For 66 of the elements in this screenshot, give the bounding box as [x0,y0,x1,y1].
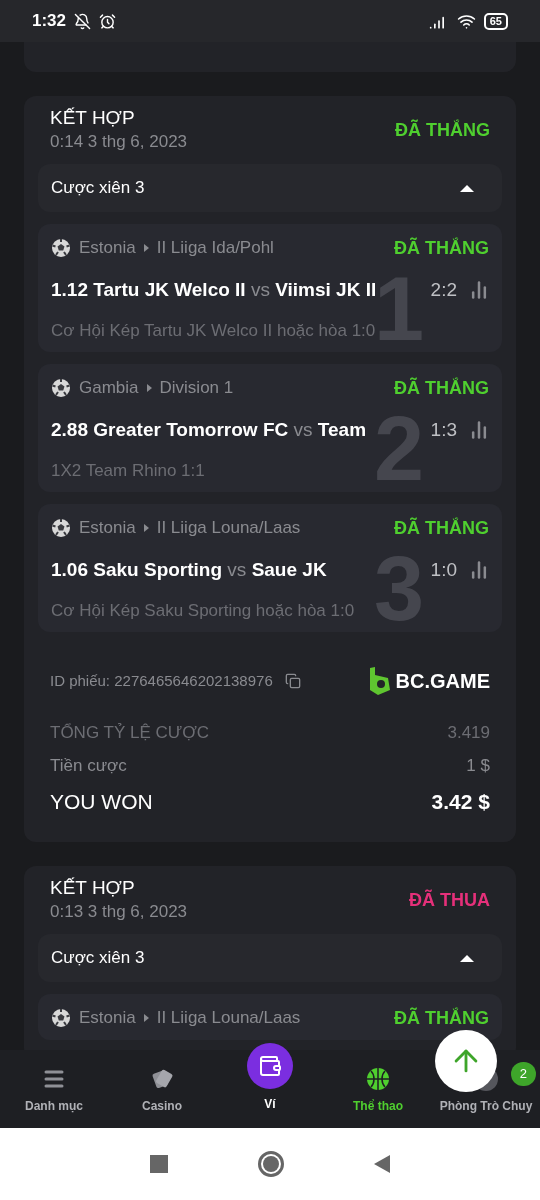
match-score: 1:0 [430,557,457,582]
chevron-icon [143,244,149,252]
leg-result: ĐÃ THẮNG [394,1006,489,1030]
cards-icon [150,1067,174,1091]
parlay-toggle[interactable]: Cược xiên 3 [38,164,502,212]
nav-tab[interactable]: Thể thao [353,1097,403,1115]
leg-result: ĐÃ THẮNG [394,516,489,540]
league-name: Division 1 [159,377,234,400]
league-name: II Liiga Ida/Pohl [156,237,274,260]
summary-value: 3.42 $ [431,789,490,816]
market-text: Cơ Hội Kép Saku Sporting hoặc hòa 1:0 [51,601,355,620]
chevron-icon [146,384,152,392]
nav-tab[interactable]: Phòng Trò Chuy [439,1097,533,1115]
basketball-icon [366,1067,390,1091]
battery-icon: 65 [483,12,508,30]
collapse-icon [460,184,474,192]
brand-logo: BC.GAME [367,666,490,696]
collapse-icon [460,954,474,962]
summary-label: TỔNG TỶ LỆ CƯỢC [50,721,210,744]
market-text: Cơ Hội Kép Tartu JK Welco II hoặc hòa 1:0 [51,321,376,340]
bet-date: 0:14 3 thg 6, 2023 [50,131,188,153]
home-icon[interactable] [258,1151,284,1177]
leg-result: ĐÃ THẮNG [394,376,489,400]
nav-tab[interactable]: Ví [264,1095,276,1113]
stats-icon[interactable] [469,420,489,440]
nav-tab[interactable]: Casino [142,1097,182,1115]
match-title: 2.88 Greater Tomorrow FC vs Team [51,417,367,442]
chevron-icon [143,524,149,532]
bet-result: ĐÃ THẮNG [395,118,490,142]
football-icon [51,238,71,258]
match-title: 1.06 Saku Sporting vs Saue JK [51,557,327,582]
stats-icon[interactable] [469,280,489,300]
parlay-toggle[interactable]: Cược xiên 3 [38,934,502,982]
leg-result: ĐÃ THẮNG [394,236,489,260]
match-score: 1:3 [430,417,457,442]
badge-count: 2 [510,1062,536,1086]
chevron-icon [143,1014,149,1022]
match-score: 2:2 [430,277,457,302]
league-country: Estonia [79,237,136,260]
match-title: 1.12 Tartu JK Welco II vs Viimsi JK II [51,277,377,302]
league-country: Estonia [79,1007,136,1030]
summary-value: 3.419 [447,721,490,744]
summary-label: YOU WON [50,789,153,816]
league-country: Gambia [79,377,139,400]
bet-result: ĐÃ THUA [409,888,490,912]
summary-value: 1 $ [466,754,490,777]
football-icon [51,378,71,398]
stats-icon[interactable] [469,560,489,580]
bet-date: 0:13 3 thg 6, 2023 [50,901,188,923]
clock: 1:32 [32,10,67,33]
market-text: 1X2 Team Rhino 1:1 [51,461,205,480]
bet-type: KẾT HỢP [50,106,136,130]
football-icon [51,518,71,538]
wallet-icon [247,1043,293,1089]
nav-tab[interactable]: Danh mục [25,1097,83,1115]
copy-icon[interactable] [284,673,301,689]
back-icon[interactable] [374,1155,390,1173]
ticket-id: ID phiếu: 2276465646202138976 [50,670,273,691]
league-name: II Liiga Louna/Laas [156,1007,301,1030]
bell-off-icon [74,12,92,30]
football-icon [51,1008,71,1028]
summary-label: Tiền cược [50,754,127,777]
league-country: Estonia [79,517,136,540]
bet-type: KẾT HỢP [50,876,136,900]
alarm-icon [99,12,117,30]
league-name: II Liiga Louna/Laas [156,517,301,540]
